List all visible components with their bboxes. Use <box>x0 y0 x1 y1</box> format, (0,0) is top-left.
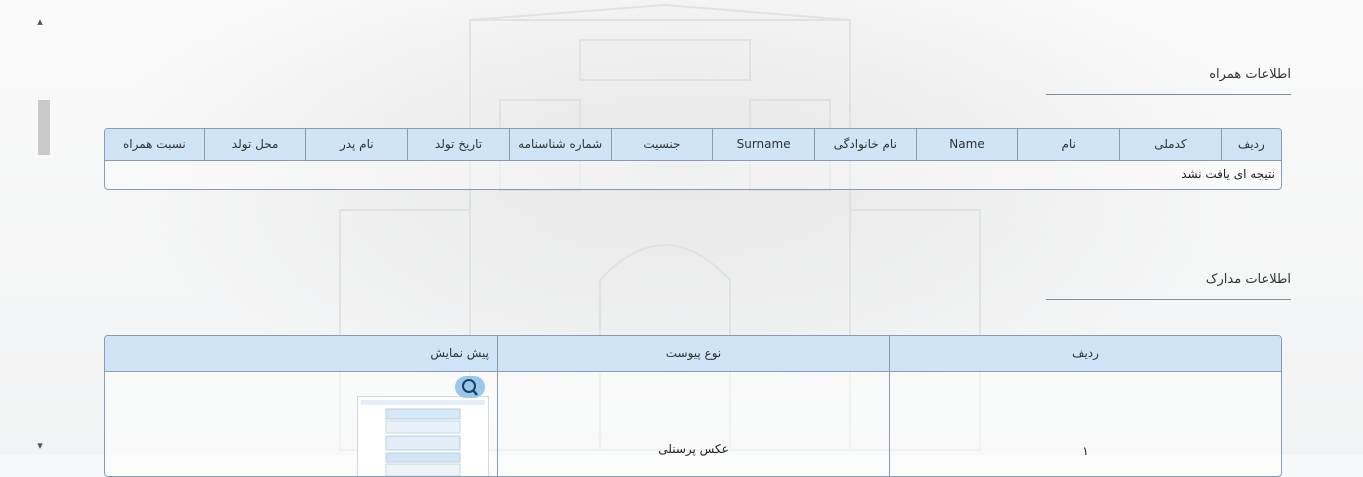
documents-section-title: اطلاعات مدارک <box>1046 272 1291 300</box>
scroll-up-icon[interactable]: ▴ <box>34 16 46 28</box>
col-header-birth-place: محل تولد <box>203 129 306 160</box>
companions-table-header: ردیف کدملی نام Name نام خانوادگی Surname… <box>105 129 1281 160</box>
scroll-down-icon[interactable]: ▾ <box>34 440 46 452</box>
col-header-row-number: ردیف <box>889 336 1281 371</box>
col-header-last-name-fa: نام خانوادگی <box>813 129 916 160</box>
row-number-cell: ۱ <box>889 372 1281 476</box>
magnifier-icon <box>462 379 478 396</box>
col-header-father-name: نام پدر <box>305 129 407 160</box>
attachment-type: عکس پرسنلی <box>658 442 729 456</box>
companions-table: ردیف کدملی نام Name نام خانوادگی Surname… <box>104 128 1282 190</box>
documents-table: ردیف نوع پیوست پیش نمایش ۱ عکس پرسنلی <box>104 335 1282 477</box>
attachment-type-cell: عکس پرسنلی <box>497 372 889 476</box>
preview-zoom-button[interactable] <box>455 376 485 398</box>
thumbnail-image <box>358 397 488 476</box>
col-header-first-name-en: Name <box>915 129 1018 160</box>
row-number: ۱ <box>1082 444 1089 458</box>
col-header-row-number: ردیف <box>1220 129 1281 160</box>
scroll-thumb[interactable] <box>38 100 50 155</box>
col-header-first-name-fa: نام <box>1017 129 1119 160</box>
companions-section-title: اطلاعات همراه <box>1046 67 1291 95</box>
col-header-attachment-type: نوع پیوست <box>497 336 889 371</box>
col-header-id-number: شماره شناسنامه <box>508 129 611 160</box>
table-row: ۱ عکس پرسنلی <box>105 372 1281 476</box>
preview-cell <box>105 372 497 476</box>
document-thumbnail[interactable] <box>357 396 489 476</box>
col-header-gender: جنسیت <box>610 129 713 160</box>
documents-table-header: ردیف نوع پیوست پیش نمایش <box>105 336 1281 372</box>
col-header-birth-date: تاریخ تولد <box>407 129 509 160</box>
col-header-last-name-en: Surname <box>712 129 814 160</box>
col-header-preview: پیش نمایش <box>430 346 489 360</box>
col-header-national-code: کدملی <box>1119 129 1221 160</box>
col-header-relation: نسبت همراه <box>122 137 186 151</box>
empty-result-message: نتیجه ای یافت نشد <box>105 160 1281 189</box>
vertical-scrollbar[interactable]: ▴ ▾ <box>30 10 50 455</box>
